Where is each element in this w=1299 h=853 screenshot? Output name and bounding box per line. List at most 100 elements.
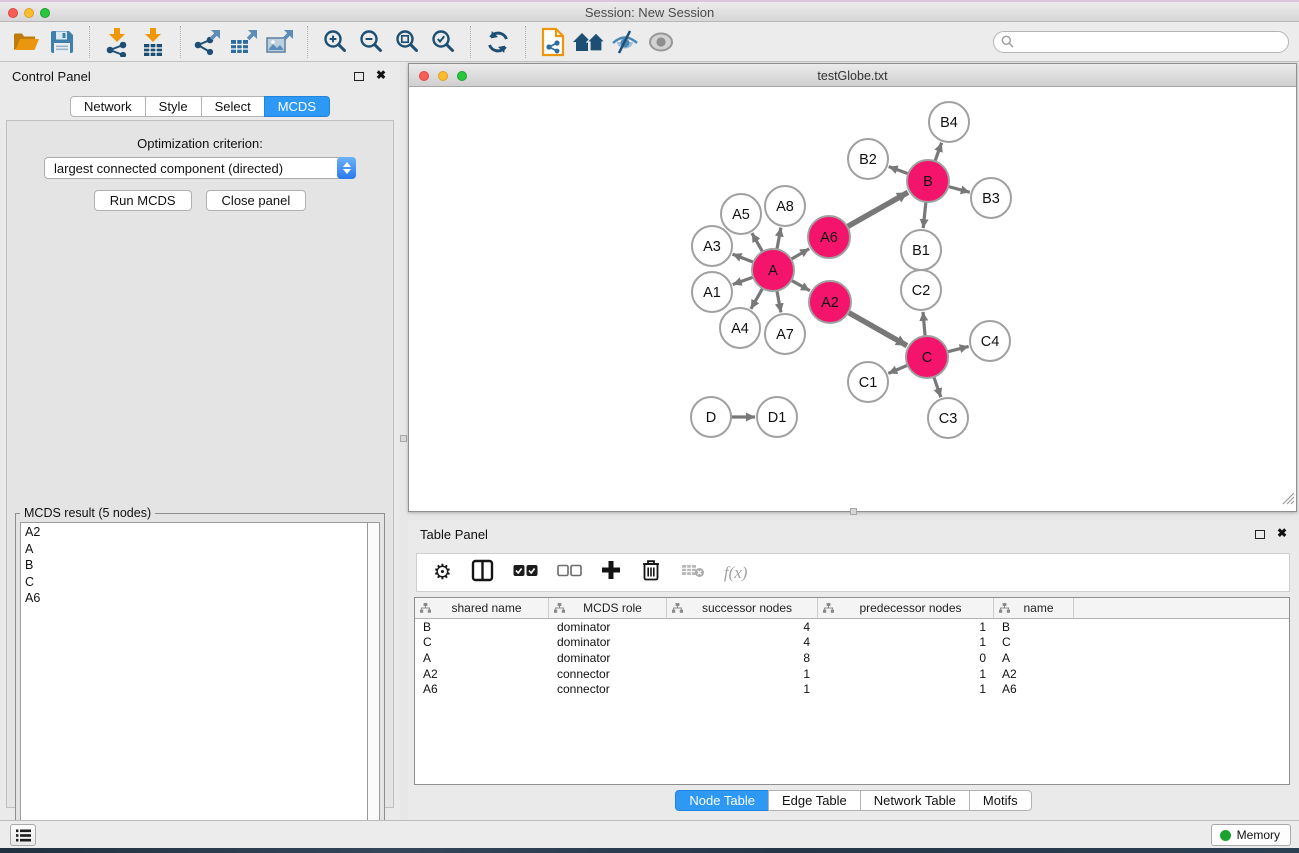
close-table-panel-icon[interactable]: ✖	[1277, 526, 1287, 540]
create-column-button[interactable]	[601, 560, 621, 585]
window-bottom-grip[interactable]	[850, 508, 857, 515]
graph-node-C4[interactable]: C4	[970, 321, 1010, 361]
table-row[interactable]: Cdominator41C	[415, 635, 1289, 651]
graph-node-A7[interactable]: A7	[765, 314, 805, 354]
export-network-button[interactable]	[190, 24, 226, 60]
table-row[interactable]: A6connector11A6	[415, 681, 1289, 697]
run-mcds-button[interactable]: Run MCDS	[94, 190, 192, 211]
tab-network-table[interactable]: Network Table	[860, 790, 970, 811]
tab-edge-table[interactable]: Edge Table	[768, 790, 861, 811]
zoom-fit-button[interactable]	[389, 24, 425, 60]
graph-node-A2[interactable]: A2	[809, 281, 851, 323]
import-table-button[interactable]	[135, 24, 171, 60]
graph-node-A4[interactable]: A4	[720, 308, 760, 348]
delete-columns-button[interactable]	[640, 558, 662, 587]
export-image-button[interactable]	[262, 24, 298, 60]
import-network-file-button[interactable]	[535, 24, 571, 60]
graph-node-A6[interactable]: A6	[808, 216, 850, 258]
graph-edge-A-A8[interactable]	[777, 228, 781, 250]
graph-node-B1[interactable]: B1	[901, 230, 941, 270]
graph-node-C3[interactable]: C3	[928, 398, 968, 438]
graph-node-A1[interactable]: A1	[692, 272, 732, 312]
graph-edge-A-A3[interactable]	[733, 254, 754, 262]
column-header-MCDS-role[interactable]: MCDS role	[549, 598, 667, 618]
graph-node-B[interactable]: B	[907, 160, 949, 202]
function-builder-button[interactable]: f(x)	[724, 563, 748, 583]
graph-edge-A-A7[interactable]	[777, 291, 781, 313]
graph-edge-A-A5[interactable]	[752, 233, 763, 252]
float-panel-icon[interactable]	[354, 72, 364, 81]
column-header-name[interactable]: name	[994, 598, 1074, 618]
graph-node-D1[interactable]: D1	[757, 397, 797, 437]
float-table-panel-icon[interactable]	[1255, 530, 1265, 539]
graph-node-C1[interactable]: C1	[848, 362, 888, 402]
tab-network[interactable]: Network	[70, 96, 146, 117]
memory-button[interactable]: Memory	[1211, 824, 1291, 846]
graph-node-A[interactable]: A	[752, 249, 794, 291]
graph-edge-A-A4[interactable]	[751, 288, 763, 309]
graph-node-B2[interactable]: B2	[848, 139, 888, 179]
select-all-columns-button[interactable]	[513, 564, 538, 582]
table-row[interactable]: Adominator80A	[415, 650, 1289, 666]
result-list-item[interactable]: B	[21, 557, 367, 574]
save-session-button[interactable]	[44, 24, 80, 60]
graph-edge-A-A1[interactable]	[733, 277, 754, 284]
graph-edge-B-B3[interactable]	[948, 187, 970, 193]
close-panel-button[interactable]: Close panel	[206, 190, 307, 211]
panel-divider[interactable]	[400, 62, 408, 820]
show-columns-button[interactable]	[471, 559, 494, 587]
graph-node-A8[interactable]: A8	[765, 186, 805, 226]
task-history-button[interactable]	[10, 824, 36, 846]
export-table-button[interactable]	[226, 24, 262, 60]
graph-edge-A2-C[interactable]	[848, 312, 907, 345]
column-header-successor-nodes[interactable]: successor nodes	[667, 598, 818, 618]
tab-node-table[interactable]: Node Table	[675, 790, 769, 811]
zoom-selected-button[interactable]	[425, 24, 461, 60]
result-list-item[interactable]: A6	[21, 590, 367, 607]
column-header-predecessor-nodes[interactable]: predecessor nodes	[818, 598, 994, 618]
unselect-all-columns-button[interactable]	[557, 564, 582, 582]
refresh-layout-button[interactable]	[480, 24, 516, 60]
table-options-button[interactable]: ⚙	[433, 562, 452, 583]
result-list-item[interactable]: A2	[21, 524, 367, 541]
close-panel-icon[interactable]: ✖	[376, 68, 386, 82]
hide-graphics-details-button[interactable]	[607, 24, 643, 60]
graph-edge-A-A6[interactable]	[791, 249, 809, 260]
graph-node-C[interactable]: C	[906, 336, 948, 378]
result-list-item[interactable]: A	[21, 541, 367, 558]
graph-edge-C-C4[interactable]	[947, 346, 968, 351]
graph-edge-B-B2[interactable]	[889, 167, 909, 174]
graph-node-C2[interactable]: C2	[901, 270, 941, 310]
open-session-button[interactable]	[8, 24, 44, 60]
graph-node-A5[interactable]: A5	[721, 194, 761, 234]
result-list-scrollbar[interactable]	[367, 522, 380, 851]
divider-grip[interactable]	[400, 435, 407, 442]
graph-edge-A6-B[interactable]	[847, 192, 908, 226]
table-row[interactable]: Bdominator41B	[415, 619, 1289, 635]
home-button[interactable]	[571, 24, 607, 60]
graph-node-B3[interactable]: B3	[971, 178, 1011, 218]
tab-select[interactable]: Select	[201, 96, 265, 117]
graph-node-B4[interactable]: B4	[929, 102, 969, 142]
resize-grip-icon[interactable]	[1282, 492, 1295, 510]
graph-edge-B-B1[interactable]	[923, 202, 926, 228]
criterion-dropdown[interactable]: largest connected component (directed)	[44, 157, 356, 179]
tab-style[interactable]: Style	[145, 96, 202, 117]
search-input[interactable]	[1014, 35, 1288, 49]
graph-edge-C-C2[interactable]	[923, 312, 925, 336]
tab-motifs[interactable]: Motifs	[969, 790, 1032, 811]
table-row[interactable]: A2connector11A2	[415, 666, 1289, 682]
import-network-button[interactable]	[99, 24, 135, 60]
graph-edge-C-C3[interactable]	[934, 377, 941, 397]
graph-edge-C-C1[interactable]	[888, 365, 907, 373]
network-canvas[interactable]: A A1 A2 A3 A4 A5 A6 A7 A8 B B1 B2 B3B4 C C1 C2 C3C4 D D1	[409, 87, 1296, 511]
graph-node-D[interactable]: D	[691, 397, 731, 437]
zoom-in-button[interactable]	[317, 24, 353, 60]
zoom-out-button[interactable]	[353, 24, 389, 60]
graph-edge-B-B4[interactable]	[935, 143, 942, 162]
delete-table-button[interactable]	[681, 562, 705, 583]
column-header-shared-name[interactable]: shared name	[415, 598, 549, 618]
graph-node-A3[interactable]: A3	[692, 226, 732, 266]
show-graphics-details-button[interactable]	[643, 24, 679, 60]
result-list-item[interactable]: C	[21, 574, 367, 591]
